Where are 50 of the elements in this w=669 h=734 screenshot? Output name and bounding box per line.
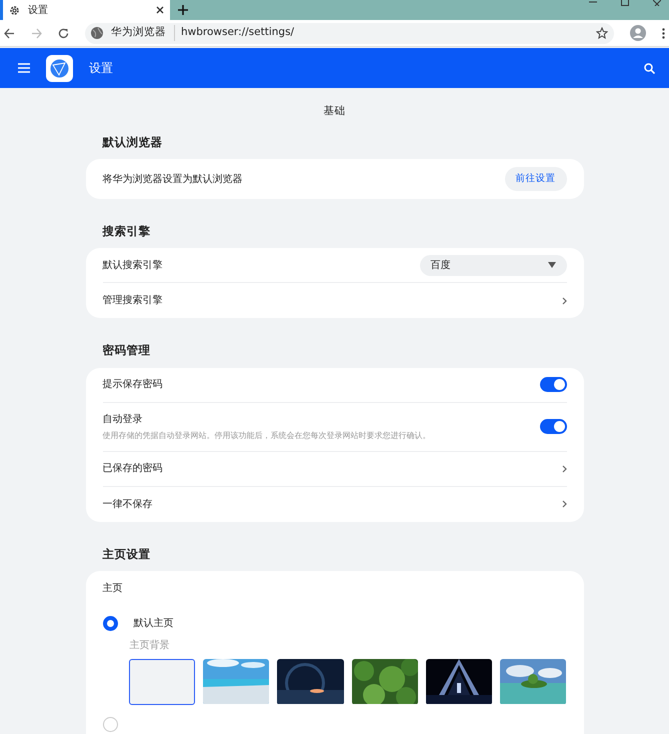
setting-label: 将华为浏览器设置为默认浏览器: [102, 174, 242, 184]
new-tab-icon[interactable]: [178, 5, 188, 15]
more-icon[interactable]: [662, 28, 665, 38]
toggle-switch[interactable]: [540, 377, 566, 392]
setting-label: 提示保存密码: [102, 379, 162, 390]
section-heading: 主页设置: [102, 546, 152, 562]
background-thumbnail[interactable]: [277, 658, 344, 705]
site-label: 华为浏览器: [111, 25, 166, 40]
go-settings-button[interactable]: 前往设置: [504, 166, 566, 192]
maximize-icon[interactable]: [621, 0, 629, 6]
header-title: 设置: [89, 60, 114, 77]
radio-label: 默认主页: [134, 616, 174, 631]
section-heading: 默认浏览器: [101, 134, 164, 151]
chevron-icon[interactable]: [562, 464, 566, 472]
subsection-label: 主页: [102, 582, 124, 596]
reload-icon[interactable]: [58, 28, 69, 38]
url-text: hwbrowser://settings/: [174, 25, 294, 41]
back-icon[interactable]: [4, 28, 15, 38]
setting-label: 一律不保存: [102, 498, 152, 510]
caret-icon: [548, 262, 556, 268]
setting-label: 已保存的密码: [102, 463, 162, 474]
setting-label: 管理搜索引擎: [102, 295, 162, 306]
close-icon[interactable]: [156, 6, 164, 14]
setting-label: 默认搜索引擎: [102, 260, 162, 271]
radio-button[interactable]: [102, 616, 118, 631]
gear-icon: [9, 4, 20, 16]
page-title: 基础: [322, 104, 346, 119]
background-thumbnail[interactable]: [426, 658, 492, 705]
browser-tab[interactable]: 设置: [0, 0, 170, 20]
section-heading: 密码管理: [102, 342, 152, 360]
minimize-icon[interactable]: [589, 0, 597, 4]
chevron-icon[interactable]: [562, 296, 566, 305]
chevron-icon[interactable]: [562, 500, 566, 508]
background-thumbnail[interactable]: [500, 658, 566, 705]
star-icon[interactable]: [596, 27, 608, 39]
search-engine-select[interactable]: 百度: [420, 254, 566, 276]
setting-description: 使用存储的凭据自动登录网站。停用该功能后，系统会在您每次登录网站时要求您进行确认。: [102, 430, 432, 442]
close-icon[interactable]: [653, 0, 661, 6]
background-thumbnail[interactable]: [128, 658, 195, 705]
setting-label: 自动登录: [102, 412, 144, 426]
address-bar[interactable]: 华为浏览器 hwbrowser://settings/: [85, 22, 614, 44]
background-thumbnail[interactable]: [202, 658, 270, 705]
search-icon[interactable]: [644, 62, 655, 74]
toggle-switch[interactable]: [540, 419, 566, 434]
profile-icon[interactable]: [630, 25, 646, 41]
menu-icon[interactable]: [18, 63, 30, 73]
section-heading: 搜索引擎: [101, 223, 152, 240]
tab-title: 设置: [28, 4, 49, 18]
background-label: 主页背景: [130, 638, 170, 653]
background-thumbnail[interactable]: [352, 658, 418, 705]
